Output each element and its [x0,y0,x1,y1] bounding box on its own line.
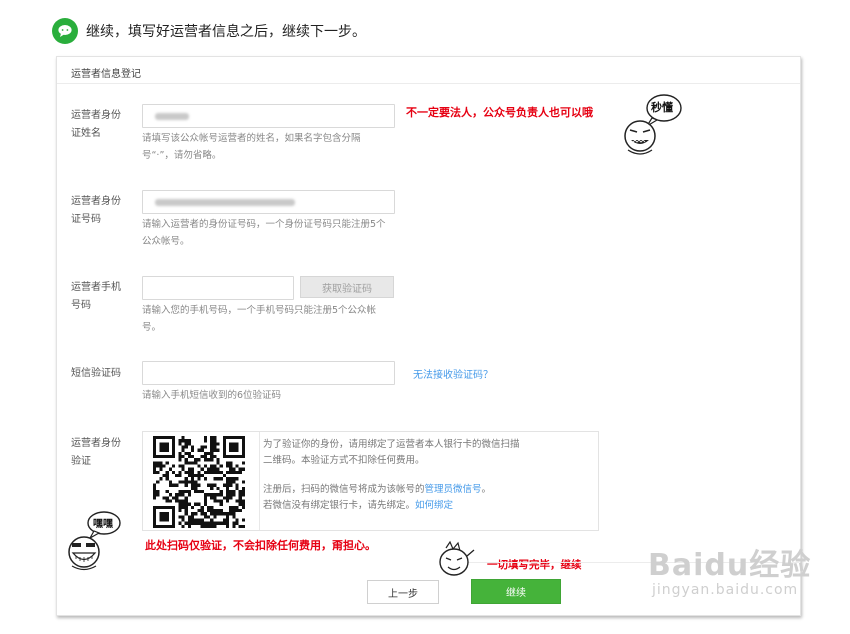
bind-text-prefix: 若微信没有绑定银行卡，请先绑定。 [263,500,416,511]
verify-text-line3: 注册后，扫码的微信号将成为该帐号的管理员微信号。 [263,482,491,498]
registration-panel: 运营者信息登记 运营者身份 证姓名 请填写该公众帐号运营者的姓名，如果名字包含分… [56,56,801,616]
phone-input[interactable] [142,276,294,300]
phone-label-line1: 运营者手机 [71,282,121,293]
phone-label-line2: 号码 [71,300,91,311]
verify-text-line2: 二维码。本验证方式不扣除任何费用。 [263,455,425,466]
name-hint: 请填写该公众帐号运营者的姓名，如果名字包含分隔 号“·”，请勿省略。 [142,130,361,164]
annotation-verify-note: 此处扫码仅验证，不会扣除任何费用，甭担心。 [145,539,376,552]
sticker-left: 嘿嘿 [66,510,126,574]
id-label-line1: 运营者身份 [71,196,121,207]
id-number-hint: 请输入运营者的身份证号码，一个身份证号码只能注册5个 公众帐号。 [142,216,386,250]
cannot-receive-code-link[interactable]: 无法接收验证码？ [413,366,493,381]
phone-hint: 请输入您的手机号码，一个手机号码只能注册5个公众帐 号。 [142,302,376,336]
qr-divider [259,432,260,530]
waving-character-icon [439,540,475,576]
phone-hint-line2: 号。 [142,322,162,333]
sms-code-hint: 请输入手机短信收到的6位验证码 [142,390,282,401]
phone-label: 运营者手机 号码 [71,279,121,315]
how-to-bind-link[interactable]: 如何绑定 [415,500,453,511]
verify-text-line4: 若微信没有绑定银行卡，请先绑定。如何绑定 [263,498,453,514]
annotation-name-note: 不一定要法人，公众号负责人也可以哦 [406,106,593,119]
name-hint-line1: 请填写该公众帐号运营者的姓名，如果名字包含分隔 [142,133,361,144]
sticker-left-text: 嘿嘿 [93,519,113,530]
blurred-name-value [155,113,189,120]
watermark-url: jingyan.baidu.com [652,582,799,598]
sms-code-label: 短信验证码 [71,368,121,379]
name-label-line2: 证姓名 [71,128,101,139]
sticker-top-right: 秒懂 [620,92,684,158]
watermark-logo: Baidu经验 [648,548,812,583]
name-label-line1: 运营者身份 [71,110,121,121]
id-number-label: 运营者身份 证号码 [71,193,121,229]
previous-step-button[interactable]: 上一步 [367,580,439,604]
phone-hint-line1: 请输入您的手机号码，一个手机号码只能注册5个公众帐 [142,305,377,316]
sticker-top-text: 秒懂 [651,101,673,114]
id-number-input[interactable] [142,190,395,214]
verify-label-line1: 运营者身份 [71,438,121,449]
get-code-button[interactable]: 获取验证码 [300,276,394,298]
instruction-text: 继续，填写好运营者信息之后，继续下一步。 [86,24,366,40]
verify-text-line1: 为了验证你的身份，请用绑定了运营者本人银行卡的微信扫描 [263,439,520,450]
blurred-id-value [155,199,295,206]
qr-code-icon[interactable] [148,436,250,528]
admin-wechat-link[interactable]: 管理员微信号 [425,484,482,495]
instruction-bar: 继续，填写好运营者信息之后，继续下一步。 [52,17,366,45]
id-hint-line1: 请输入运营者的身份证号码，一个身份证号码只能注册5个 [142,219,386,230]
admin-text-prefix: 注册后，扫码的微信号将成为该帐号的 [263,484,425,495]
id-label-line2: 证号码 [71,214,101,225]
title-divider [57,83,800,84]
verify-label: 运营者身份 验证 [71,435,121,471]
name-input[interactable] [142,104,395,128]
sticker-waving-character [434,540,476,580]
admin-text-suffix: 。 [481,484,492,495]
wechat-chat-icon [52,18,78,44]
annotation-continue-note: 一切填写完毕，继续 [487,559,582,571]
baidu-jingyan-watermark: Baidu经验 jingyan.baidu.com [648,548,812,599]
sms-code-input[interactable] [142,361,395,385]
name-hint-line2: 号“·”，请勿省略。 [142,150,222,161]
section-title: 运营者信息登记 [71,69,141,80]
id-hint-line2: 公众帐号。 [142,236,190,247]
name-label: 运营者身份 证姓名 [71,107,121,143]
verify-label-line2: 验证 [71,456,91,467]
continue-button[interactable]: 继续 [471,579,561,604]
